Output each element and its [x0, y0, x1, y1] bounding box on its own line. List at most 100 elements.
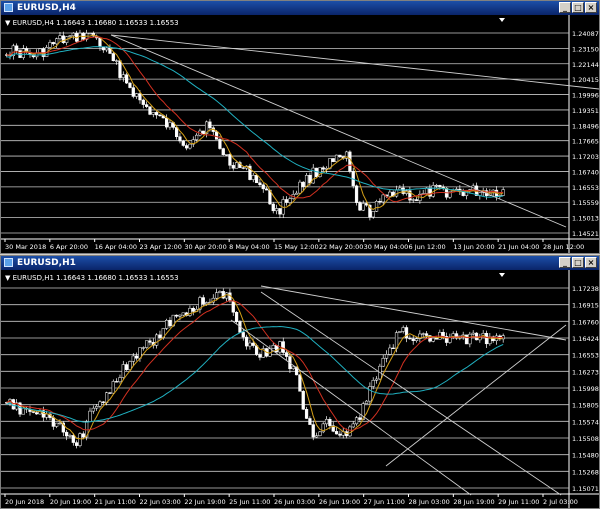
- candle-body: [148, 106, 152, 115]
- candle-body: [281, 341, 285, 353]
- candle-body: [334, 431, 339, 435]
- candle-body: [78, 32, 82, 42]
- candle-body: [408, 337, 412, 340]
- candle-body: [334, 154, 339, 162]
- price-chart-h1[interactable]: ▼ EURUSD,H1 1.16643 1.16680 1.16533 1.16…: [1, 270, 599, 508]
- candle-body: [98, 401, 102, 407]
- candle-body: [61, 35, 65, 43]
- candle-body: [214, 292, 219, 299]
- chart-shift-marker: [499, 273, 505, 277]
- chart-window-h1[interactable]: EURUSD,H1 _ □ × ▼ EURUSD,H1 1.16643 1.16…: [0, 255, 600, 509]
- candle-body: [441, 332, 445, 337]
- price-label: 1.19996: [572, 92, 599, 100]
- candle-body: [358, 417, 362, 420]
- candle-body: [401, 187, 405, 194]
- price-label: 1.17238: [572, 285, 599, 293]
- candle-body: [135, 355, 139, 359]
- price-label: 1.16915: [572, 302, 599, 310]
- window-title-bar[interactable]: EURUSD,H1 _ □ ×: [1, 256, 599, 270]
- candle-body: [331, 158, 335, 162]
- candle-body: [248, 342, 252, 347]
- trend-line: [110, 34, 599, 90]
- close-button[interactable]: ×: [585, 2, 597, 13]
- candle-body: [91, 407, 95, 412]
- time-label: 30 May 04:00: [364, 243, 409, 251]
- candle-body: [434, 337, 439, 340]
- candle-body: [158, 114, 162, 117]
- candle-body: [388, 347, 392, 355]
- candle-body: [294, 192, 299, 195]
- candle-body: [244, 336, 249, 347]
- chart-icon: [4, 3, 13, 12]
- time-label: 26 Jun 19:00: [319, 498, 360, 506]
- candle-body: [188, 143, 192, 149]
- candle-body: [464, 334, 469, 345]
- candle-body: [58, 422, 62, 425]
- candle-body: [164, 117, 169, 128]
- ma-mid-line: [6, 300, 504, 431]
- maximize-button[interactable]: □: [572, 2, 584, 13]
- candle-body: [374, 378, 379, 381]
- minimize-button[interactable]: _: [559, 2, 571, 13]
- candle-body: [11, 399, 15, 410]
- candle-body: [128, 82, 132, 88]
- candle-body: [401, 327, 405, 332]
- candle-body: [88, 410, 92, 422]
- candle-body: [118, 60, 122, 78]
- candle-body: [371, 380, 375, 387]
- candle-body: [145, 340, 149, 348]
- price-label: 1.15559: [572, 199, 599, 207]
- candle-body: [218, 291, 222, 293]
- window-title-bar[interactable]: EURUSD,H4 _ □ ×: [1, 1, 599, 15]
- candle-body: [348, 151, 352, 172]
- time-label: 23 Apr 12:00: [140, 243, 182, 251]
- candle-body: [371, 211, 375, 218]
- chart-window-h4[interactable]: EURUSD,H4 _ □ × ▼ EURUSD,H4 1.16643 1.16…: [0, 0, 600, 254]
- candle-body: [65, 431, 69, 437]
- candle-body: [51, 42, 55, 45]
- candle-body: [71, 32, 75, 37]
- candle-body: [135, 93, 139, 97]
- price-label: 1.16424: [572, 335, 599, 343]
- candle-body: [125, 364, 129, 370]
- candle-body: [241, 167, 245, 169]
- candle-body: [258, 182, 262, 186]
- candle-body: [131, 87, 135, 97]
- price-label: 1.20415: [572, 76, 599, 84]
- time-label: 26 Jun 03:00: [274, 498, 315, 506]
- candle-body: [125, 74, 129, 84]
- maximize-button[interactable]: □: [572, 257, 584, 268]
- candle-body: [414, 338, 419, 341]
- candle-body: [468, 333, 472, 345]
- candle-body: [234, 311, 239, 322]
- close-button[interactable]: ×: [585, 257, 597, 268]
- candle-body: [51, 417, 55, 427]
- price-label: 1.16553: [572, 184, 599, 192]
- candle-body: [181, 140, 185, 146]
- time-label: 20 Jun 2018: [5, 498, 44, 506]
- candle-body: [228, 154, 232, 166]
- candle-body: [231, 300, 235, 313]
- candle-body: [111, 381, 115, 394]
- candle-body: [378, 201, 382, 203]
- candle-body: [251, 175, 255, 180]
- price-label: 1.15998: [572, 385, 599, 393]
- candle-body: [105, 47, 109, 51]
- candle-body: [191, 307, 195, 312]
- candle-body: [421, 333, 425, 335]
- time-label: 21 Jun 11:00: [95, 498, 136, 506]
- minimize-button[interactable]: _: [559, 257, 571, 268]
- candle-body: [168, 122, 172, 128]
- trend-line: [260, 291, 562, 496]
- price-chart-h4[interactable]: ▼ EURUSD,H4 1.16643 1.16680 1.16533 1.16…: [1, 15, 599, 253]
- candle-body: [298, 374, 302, 392]
- candle-body: [55, 422, 59, 427]
- time-label: 21 Jun 04:00: [498, 243, 539, 251]
- candle-body: [201, 297, 205, 305]
- candle-body: [258, 354, 262, 358]
- candle-body: [308, 418, 312, 425]
- candle-body: [121, 74, 125, 78]
- candle-body: [15, 45, 19, 51]
- price-label: 1.15013: [572, 215, 599, 223]
- candle-body: [358, 202, 362, 211]
